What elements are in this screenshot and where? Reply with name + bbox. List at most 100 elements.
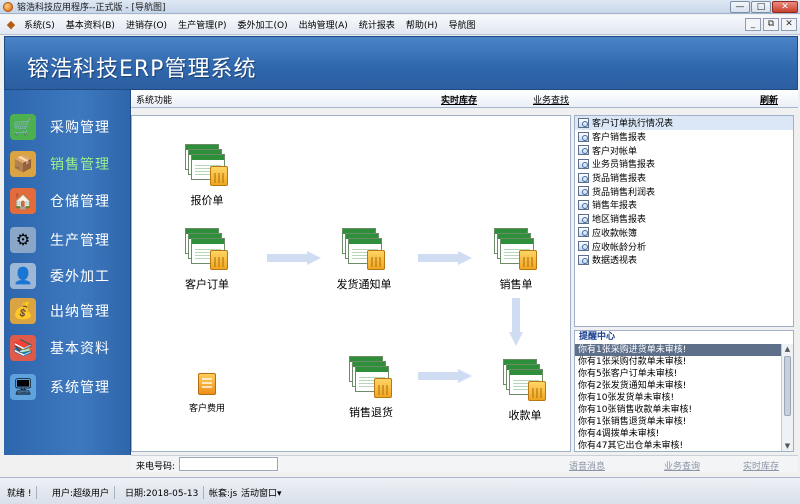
report-item[interactable]: 客户销售报表 xyxy=(575,130,793,144)
report-item[interactable]: 销售年报表 xyxy=(575,198,793,212)
caller-number-label: 来电号码: xyxy=(136,462,176,472)
app-logo-icon xyxy=(3,1,13,12)
report-item[interactable]: 业务员销售报表 xyxy=(575,157,793,171)
workspace-header: 系统功能 实时库存 业务查找 刷新 xyxy=(131,90,798,108)
report-item-label: 应收款帐簿 xyxy=(592,228,638,239)
report-item[interactable]: 货品销售利润表 xyxy=(575,184,793,198)
nav-item-label: 销售管理 xyxy=(50,156,110,173)
report-item[interactable]: 地区销售报表 xyxy=(575,212,793,226)
nav-item-purchase[interactable]: 🛒 采购管理 xyxy=(4,110,131,143)
minimize-button[interactable]: — xyxy=(730,1,750,13)
report-item[interactable]: 数据透视表 xyxy=(575,253,793,267)
reminder-item[interactable]: 你有1张销售退货单未审核! xyxy=(575,416,781,428)
flow-node-customer-order[interactable]: 客户订单 xyxy=(167,228,247,292)
flow-arrow-right xyxy=(418,251,472,265)
refresh-link[interactable]: 刷新 xyxy=(760,93,778,106)
active-window-dropdown[interactable]: 活动窗口▾ xyxy=(241,486,287,499)
reminder-item[interactable]: 你有1张采购付款单未审核! xyxy=(575,356,781,368)
flow-node-sales-order[interactable]: 销售单 xyxy=(476,228,556,292)
flow-node-delivery-notice[interactable]: 发货通知单 xyxy=(324,228,404,292)
status-account: 帐套:js xyxy=(209,489,238,499)
flow-node-label: 收款单 xyxy=(508,409,542,422)
scroll-up-icon[interactable]: ▲ xyxy=(782,344,793,354)
app-banner: 镕浩科技ERP管理系统 xyxy=(4,36,798,90)
nav-item-warehouse[interactable]: 🏠 仓储管理 xyxy=(4,184,131,217)
reminder-item[interactable]: 你有10张销售收款单未审核! xyxy=(575,404,781,416)
scroll-thumb[interactable] xyxy=(784,356,791,416)
nav-item-basic-data[interactable]: 📚 基本资料 xyxy=(4,331,131,364)
basic-data-icon: 📚 xyxy=(10,334,36,361)
left-nav: 🛒 采购管理 📦 销售管理 🏠 仓储管理 ⚙ 生产管理 👤 委外加工 💰 出纳管… xyxy=(4,90,131,455)
reminder-item[interactable]: 你有2张发货通知单未审核! xyxy=(575,380,781,392)
app-menu-icon[interactable]: ◆ xyxy=(4,18,18,32)
nav-item-system[interactable]: 🖥 系统管理 xyxy=(4,370,131,403)
nav-item-outsource[interactable]: 👤 委外加工 xyxy=(4,259,131,292)
nav-item-production[interactable]: ⚙ 生产管理 xyxy=(4,223,131,256)
reminder-item[interactable]: 你有10张发货单未审核! xyxy=(575,392,781,404)
report-icon xyxy=(578,199,589,210)
reminder-panel: 提醒中心 你有1张采购进货单未审核! 你有1张采购付款单未审核! 你有5张客户订… xyxy=(574,330,794,452)
report-item[interactable]: 货品销售报表 xyxy=(575,171,793,185)
mdi-minimize-button[interactable]: _ xyxy=(745,18,761,31)
flow-arrow-right xyxy=(418,369,472,383)
flow-diagram-panel: 报价单 客户订单 发货通知单 销售单 客户费用 销售退货 收款单 xyxy=(131,115,571,452)
reminder-item[interactable]: 你有47其它出仓单未审核! xyxy=(575,440,781,451)
realtime-stock-bottom-link[interactable]: 实时库存 xyxy=(743,459,779,472)
close-button[interactable]: ✕ xyxy=(772,1,798,13)
expense-icon xyxy=(196,371,218,397)
flow-node-label: 发货通知单 xyxy=(336,278,392,291)
menu-production[interactable]: 生产管理(P) xyxy=(178,18,226,31)
reminder-item[interactable]: 你有4调拨单未审核! xyxy=(575,428,781,440)
business-query-bottom-link[interactable]: 业务查询 xyxy=(664,459,700,472)
report-icon xyxy=(578,186,589,197)
menu-bar: ◆ 系统(S) 基本资料(B) 进销存(O) 生产管理(P) 委外加工(O) 出… xyxy=(0,15,800,35)
menu-inventory[interactable]: 进销存(O) xyxy=(126,18,167,31)
nav-item-label: 仓储管理 xyxy=(50,193,110,210)
mdi-restore-button[interactable]: ⧉ xyxy=(763,18,779,31)
report-item[interactable]: 客户订单执行情况表 xyxy=(575,116,793,130)
report-icon xyxy=(578,158,589,169)
report-icon xyxy=(578,213,589,224)
report-item[interactable]: 客户对帐单 xyxy=(575,143,793,157)
menu-navigation[interactable]: 导航图 xyxy=(449,18,476,31)
nav-item-cashier[interactable]: 💰 出纳管理 xyxy=(4,294,131,327)
business-query-link[interactable]: 业务查找 xyxy=(533,93,569,106)
reminder-scrollbar[interactable]: ▲ ▼ xyxy=(781,344,793,451)
reminder-item[interactable]: 你有5张客户订单未审核! xyxy=(575,368,781,380)
report-item[interactable]: 应收帐龄分析 xyxy=(575,239,793,253)
scroll-down-icon[interactable]: ▼ xyxy=(782,441,793,451)
flow-node-label: 销售退货 xyxy=(349,406,393,419)
flow-node-label: 客户费用 xyxy=(188,404,225,414)
report-item[interactable]: 应收款帐簿 xyxy=(575,226,793,240)
flow-node-sales-return[interactable]: 销售退货 xyxy=(331,356,411,420)
mdi-controls: _ ⧉ ✕ xyxy=(745,18,797,31)
flow-node-label: 销售单 xyxy=(499,278,533,291)
menu-reports[interactable]: 统计报表 xyxy=(359,18,395,31)
document-icon xyxy=(503,359,547,403)
cashier-icon: 💰 xyxy=(10,297,36,324)
system-functions-label: 系统功能 xyxy=(136,96,173,106)
menu-system[interactable]: 系统(S) xyxy=(24,18,55,31)
document-icon xyxy=(185,228,229,272)
flow-node-customer-fee[interactable]: 客户费用 xyxy=(167,371,247,414)
report-item-label: 数据透视表 xyxy=(592,256,638,267)
menu-cashier[interactable]: 出纳管理(A) xyxy=(299,18,348,31)
voice-message-link[interactable]: 语音消息 xyxy=(569,459,605,472)
menu-outsourcing[interactable]: 委外加工(O) xyxy=(238,18,288,31)
menu-help[interactable]: 帮助(H) xyxy=(406,18,438,31)
menu-basic-data[interactable]: 基本资料(B) xyxy=(66,18,115,31)
realtime-stock-link[interactable]: 实时库存 xyxy=(441,93,477,106)
nav-item-sales[interactable]: 📦 销售管理 xyxy=(4,147,131,180)
report-item-label: 货品销售利润表 xyxy=(592,187,656,198)
caller-number-input[interactable] xyxy=(179,457,278,471)
status-bar: 就绪 ! 用户:超级用户 日期:2018-05-13 帐套:js 活动窗口▾ xyxy=(0,477,800,504)
nav-item-label: 基本资料 xyxy=(50,340,110,357)
report-item-label: 客户对帐单 xyxy=(592,146,638,157)
document-icon xyxy=(349,356,393,400)
mdi-close-button[interactable]: ✕ xyxy=(781,18,797,31)
maximize-button[interactable]: □ xyxy=(751,1,771,13)
flow-node-label: 客户订单 xyxy=(185,278,229,291)
flow-node-receipt[interactable]: 收款单 xyxy=(485,359,565,423)
flow-node-quote[interactable]: 报价单 xyxy=(167,144,247,208)
reminder-item[interactable]: 你有1张采购进货单未审核! xyxy=(575,344,781,356)
